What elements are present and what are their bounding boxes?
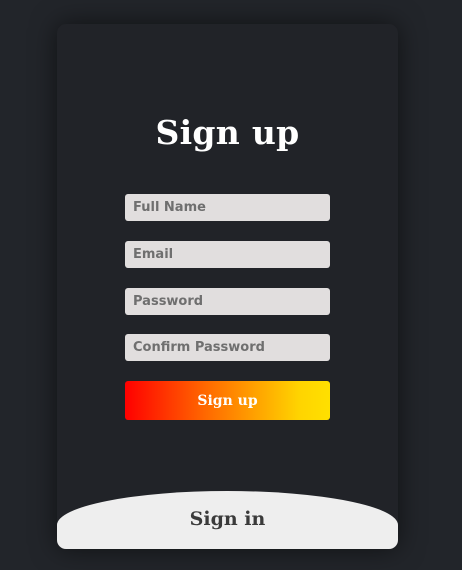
signup-card: Sign up Sign up Sign in <box>57 24 398 549</box>
confirm-password-input[interactable] <box>125 334 330 361</box>
sign-in-label[interactable]: Sign in <box>57 507 398 531</box>
password-input[interactable] <box>125 288 330 315</box>
full-name-input[interactable] <box>125 194 330 221</box>
sign-in-panel[interactable]: Sign in <box>57 491 398 549</box>
email-input[interactable] <box>125 241 330 268</box>
page-background: Sign up Sign up Sign in <box>0 0 462 570</box>
sign-up-button[interactable]: Sign up <box>125 381 330 420</box>
page-title: Sign up <box>155 113 300 152</box>
